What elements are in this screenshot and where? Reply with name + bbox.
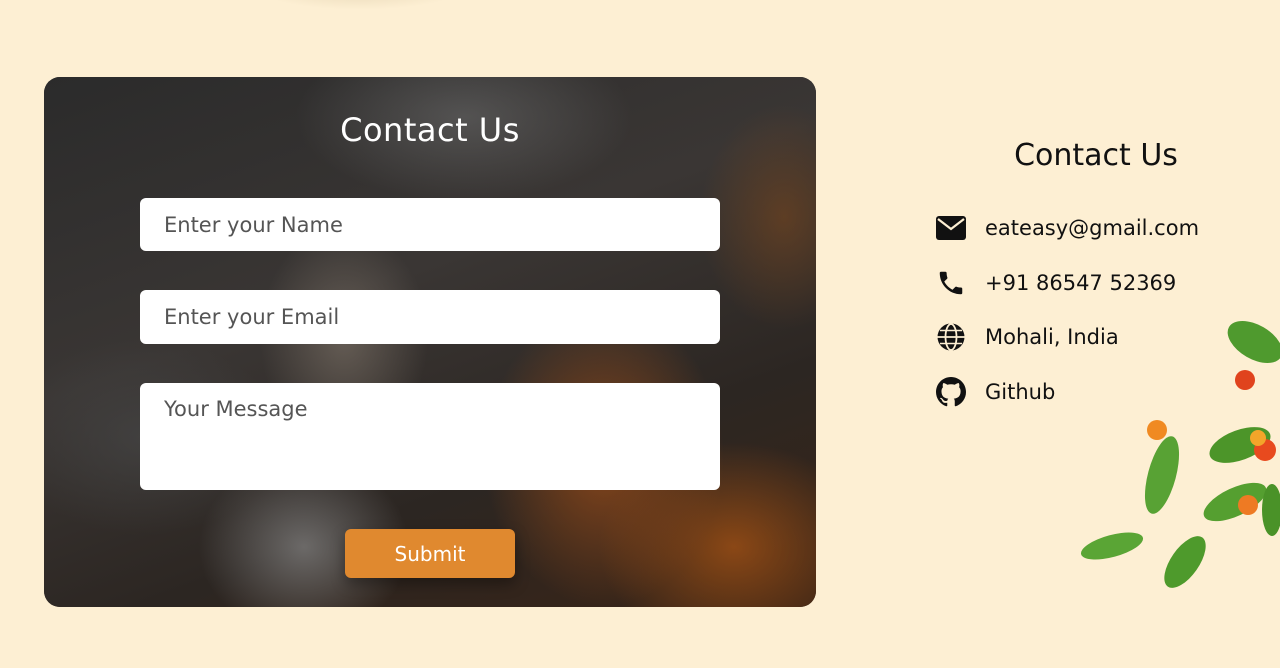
phone-icon <box>935 267 967 299</box>
contact-form-card: Contact Us Submit <box>44 77 816 607</box>
globe-icon <box>935 321 967 353</box>
envelope-icon <box>935 212 967 244</box>
email-input[interactable] <box>140 290 720 344</box>
contact-page: Contact Us Submit Contact Us eateasy@gma… <box>0 0 1280 668</box>
contact-email-item: eateasy@gmail.com <box>935 212 1199 244</box>
decorative-shadow <box>250 0 470 10</box>
contact-info-title: Contact Us <box>1014 138 1178 173</box>
contact-phone-text: +91 86547 52369 <box>985 270 1177 295</box>
decorative-leaves-image <box>1080 320 1280 588</box>
github-icon <box>935 376 967 408</box>
name-input[interactable] <box>140 198 720 251</box>
message-textarea[interactable] <box>140 383 720 490</box>
github-link[interactable]: Github <box>985 380 1055 404</box>
submit-button[interactable]: Submit <box>345 529 515 578</box>
form-title: Contact Us <box>340 111 520 149</box>
contact-phone-item: +91 86547 52369 <box>935 267 1199 299</box>
contact-email-text: eateasy@gmail.com <box>985 216 1200 240</box>
